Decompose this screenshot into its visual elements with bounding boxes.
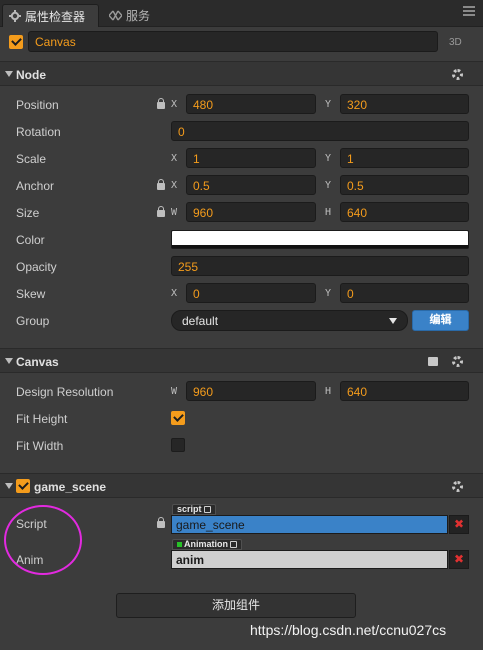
size-label: Size <box>16 206 40 220</box>
gear-icon <box>9 10 21 22</box>
anim-remove-button[interactable]: ✖ <box>449 550 469 569</box>
node-settings-gear-icon[interactable] <box>452 69 463 80</box>
watermark: https://blog.csdn.net/ccnu027cs <box>250 622 447 638</box>
fit-height-checkbox[interactable] <box>171 411 185 425</box>
animation-status-dot-icon <box>177 542 182 547</box>
node-header: Canvas 3D <box>0 27 483 58</box>
design-resolution-label: Design Resolution <box>16 385 114 399</box>
node-active-checkbox[interactable] <box>9 35 23 49</box>
size-width-input[interactable]: 960 <box>186 202 316 222</box>
rotation-input[interactable]: 0 <box>171 121 469 141</box>
group-label: Group <box>16 314 50 328</box>
position-y-axis: Y <box>325 99 332 110</box>
tab-inspector-label: 属性检查器 <box>25 9 86 24</box>
script-type-tag-label: script <box>177 504 202 514</box>
anchor-y-axis: Y <box>325 180 332 191</box>
group-select-value: default <box>182 314 219 328</box>
add-component-button[interactable]: 添加组件 <box>116 593 356 618</box>
group-edit-button[interactable]: 编辑 <box>412 310 469 331</box>
design-resolution-w-axis: W <box>171 386 178 397</box>
canvas-section-title: Canvas <box>16 355 59 369</box>
position-label: Position <box>16 98 59 112</box>
panel-menu-icon[interactable] <box>463 6 475 18</box>
caret-down-icon <box>5 483 13 489</box>
size-height-input[interactable]: 640 <box>340 202 469 222</box>
script-remove-button[interactable]: ✖ <box>449 515 469 534</box>
tab-services[interactable]: 服务 <box>103 4 156 27</box>
skew-x-axis: X <box>171 288 178 299</box>
tab-services-label: 服务 <box>126 9 151 23</box>
help-book-icon[interactable] <box>428 357 438 366</box>
scale-y-axis: Y <box>325 153 332 164</box>
group-select[interactable]: default <box>171 310 408 331</box>
scale-x-axis: X <box>171 153 178 164</box>
fit-height-label: Fit Height <box>16 412 68 426</box>
script-asset-field[interactable]: game_scene <box>171 515 448 534</box>
game-scene-section-header[interactable]: game_scene <box>0 473 483 498</box>
design-resolution-width-input[interactable]: 960 <box>186 381 316 401</box>
anim-asset-field[interactable]: anim <box>171 550 448 569</box>
design-resolution-h-axis: H <box>325 386 332 397</box>
opacity-label: Opacity <box>16 260 57 274</box>
design-resolution-height-input[interactable]: 640 <box>340 381 469 401</box>
anchor-lock-icon[interactable] <box>157 179 165 190</box>
annotation-circle <box>4 505 82 575</box>
node-section-header[interactable]: Node <box>0 61 483 86</box>
position-x-axis: X <box>171 99 178 110</box>
anchor-label: Anchor <box>16 179 55 193</box>
animation-type-tag-label: Animation <box>184 539 228 549</box>
fit-width-checkbox[interactable] <box>171 438 185 452</box>
game-scene-section-title: game_scene <box>34 480 107 494</box>
rotation-label: Rotation <box>16 125 61 139</box>
canvas-settings-gear-icon[interactable] <box>452 356 463 367</box>
size-w-axis: W <box>171 207 178 218</box>
color-label: Color <box>16 233 45 247</box>
scale-y-input[interactable]: 1 <box>340 148 469 168</box>
color-picker[interactable] <box>171 230 469 249</box>
script-lock-icon[interactable] <box>157 517 165 528</box>
dropdown-arrow-icon <box>389 318 397 324</box>
scale-label: Scale <box>16 152 47 166</box>
anchor-x-input[interactable]: 0.5 <box>186 175 316 195</box>
canvas-section-header[interactable]: Canvas <box>0 348 483 373</box>
fit-width-label: Fit Width <box>16 439 64 453</box>
skew-y-input[interactable]: 0 <box>340 283 469 303</box>
size-h-axis: H <box>325 207 332 218</box>
scale-x-input[interactable]: 1 <box>186 148 316 168</box>
game-scene-enabled-checkbox[interactable] <box>16 479 30 493</box>
opacity-input[interactable]: 255 <box>171 256 469 276</box>
node-name-input[interactable]: Canvas <box>28 31 438 52</box>
node-section-title: Node <box>16 68 46 82</box>
3d-toggle[interactable]: 3D <box>449 37 462 48</box>
skew-label: Skew <box>16 287 46 301</box>
anchor-x-axis: X <box>171 180 178 191</box>
position-lock-icon[interactable] <box>157 98 165 109</box>
skew-y-axis: Y <box>325 288 332 299</box>
game-scene-settings-gear-icon[interactable] <box>452 481 463 492</box>
tab-inspector[interactable]: 属性检查器 <box>2 4 99 27</box>
script-type-tag: script <box>172 504 216 515</box>
anchor-y-input[interactable]: 0.5 <box>340 175 469 195</box>
caret-down-icon <box>5 358 13 364</box>
caret-down-icon <box>5 71 13 77</box>
skew-x-input[interactable]: 0 <box>186 283 316 303</box>
position-y-input[interactable]: 320 <box>340 94 469 114</box>
tab-bar: 属性检查器 服务 <box>0 0 483 27</box>
external-link-icon[interactable] <box>230 541 237 548</box>
animation-type-tag: Animation <box>172 539 242 550</box>
external-link-icon[interactable] <box>203 506 211 513</box>
position-x-input[interactable]: 480 <box>186 94 316 114</box>
services-icon <box>109 10 122 21</box>
size-lock-icon[interactable] <box>157 206 165 217</box>
